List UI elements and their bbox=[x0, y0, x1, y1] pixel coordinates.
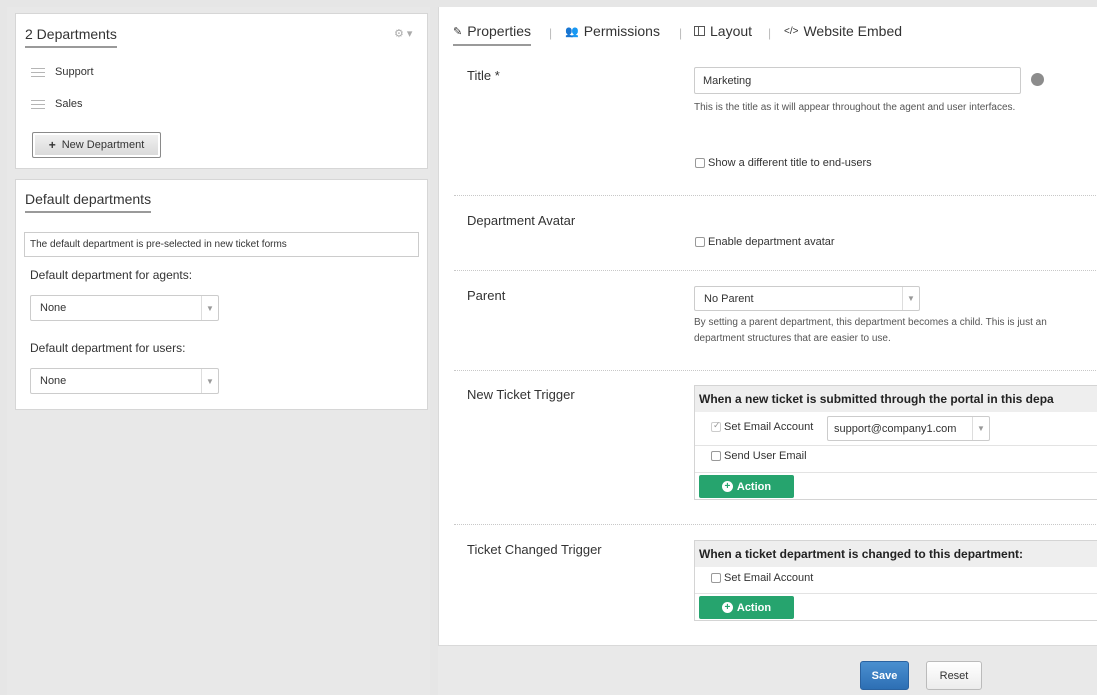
department-list-item[interactable]: Sales bbox=[31, 98, 83, 110]
drag-handle-icon[interactable] bbox=[31, 99, 45, 109]
avatar-checkbox-label: Enable department avatar bbox=[708, 236, 835, 248]
new-ticket-trigger-box: When a new ticket is submitted through t… bbox=[694, 385, 1097, 500]
tab-separator: | bbox=[768, 26, 772, 40]
chevron-down-icon: ▼ bbox=[201, 369, 218, 393]
form-footer: Save Reset bbox=[438, 645, 1097, 695]
parent-help-line: department structures that are easier to… bbox=[694, 333, 891, 344]
set-email-row[interactable]: Set Email Account bbox=[711, 420, 814, 433]
send-user-email-row[interactable]: Send User Email bbox=[711, 450, 807, 462]
changed-set-email-row[interactable]: Set Email Account bbox=[711, 572, 813, 584]
agents-default-label: Default department for agents: bbox=[30, 268, 193, 282]
ticket-changed-trigger-label: Ticket Changed Trigger bbox=[467, 542, 602, 557]
default-info-box: The default department is pre-selected i… bbox=[24, 232, 419, 257]
title-help-text: This is the title as it will appear thro… bbox=[694, 102, 1016, 113]
department-label: Sales bbox=[55, 98, 83, 110]
plus-icon: + bbox=[48, 138, 56, 152]
users-default-value: None bbox=[40, 375, 67, 387]
department-list-item[interactable]: Support bbox=[31, 66, 94, 78]
globe-icon[interactable] bbox=[1031, 73, 1044, 86]
different-title-checkbox[interactable] bbox=[695, 158, 705, 168]
set-email-checkbox[interactable] bbox=[711, 420, 721, 432]
tab-layout[interactable]: Layout bbox=[694, 23, 752, 39]
avatar-checkbox[interactable] bbox=[695, 237, 705, 247]
set-email-label: Set Email Account bbox=[724, 421, 814, 433]
department-label: Support bbox=[55, 66, 94, 78]
email-account-value: support@company1.com bbox=[834, 422, 957, 435]
title-input-value: Marketing bbox=[703, 74, 752, 87]
different-title-label: Show a different title to end-users bbox=[708, 157, 872, 169]
parent-select-value: No Parent bbox=[704, 292, 754, 305]
new-department-button[interactable]: + New Department bbox=[32, 132, 161, 158]
chevron-down-icon: ▼ bbox=[972, 417, 989, 440]
avatar-checkbox-row[interactable]: Enable department avatar bbox=[695, 236, 835, 248]
tab-website-embed[interactable]: </> Website Embed bbox=[784, 23, 902, 39]
tab-separator: | bbox=[549, 26, 553, 40]
divider bbox=[695, 445, 1097, 446]
new-trigger-heading: When a new ticket is submitted through t… bbox=[695, 386, 1097, 412]
chevron-down-icon: ▼ bbox=[201, 296, 218, 320]
departments-panel-title: 2 Departments bbox=[25, 26, 117, 48]
title-input[interactable]: Marketing bbox=[694, 67, 1021, 94]
parent-select[interactable]: No Parent ▼ bbox=[694, 286, 920, 311]
department-editor: ✎ Properties | 👥 Permissions | Layout | … bbox=[438, 7, 1097, 695]
action-label: Action bbox=[736, 601, 772, 614]
tab-properties[interactable]: ✎ Properties bbox=[453, 23, 532, 46]
plus-circle-icon: + bbox=[721, 481, 733, 492]
new-trigger-action-button[interactable]: + Action bbox=[699, 475, 794, 498]
tab-label: Properties bbox=[467, 23, 532, 39]
parent-help-text: By setting a parent department, this dep… bbox=[694, 315, 1047, 347]
default-panel-title: Default departments bbox=[25, 191, 152, 213]
tab-label: Layout bbox=[710, 23, 753, 39]
agents-default-select[interactable]: None ▼ bbox=[30, 295, 219, 321]
settings-gear-icon[interactable]: ⚙ ▾ bbox=[394, 27, 412, 40]
divider bbox=[695, 472, 1097, 473]
tab-label: Website Embed bbox=[803, 23, 903, 39]
divider bbox=[454, 370, 1097, 371]
tab-separator: | bbox=[679, 26, 683, 40]
pencil-icon: ✎ bbox=[453, 25, 463, 38]
users-icon: 👥 bbox=[565, 25, 579, 38]
avatar-field-label: Department Avatar bbox=[467, 213, 576, 228]
new-ticket-trigger-label: New Ticket Trigger bbox=[467, 387, 575, 402]
action-label: Action bbox=[736, 480, 772, 493]
agents-default-value: None bbox=[40, 302, 67, 314]
save-button[interactable]: Save bbox=[860, 661, 909, 690]
departments-panel: 2 Departments ⚙ ▾ Support Sales + New De… bbox=[15, 13, 428, 169]
default-departments-panel: Default departments The default departme… bbox=[15, 179, 428, 410]
users-default-label: Default department for users: bbox=[30, 341, 186, 355]
divider bbox=[454, 270, 1097, 271]
drag-handle-icon[interactable] bbox=[31, 67, 45, 77]
tab-permissions[interactable]: 👥 Permissions bbox=[565, 23, 660, 39]
title-field-label: Title * bbox=[467, 68, 500, 83]
changed-trigger-action-button[interactable]: + Action bbox=[699, 596, 794, 619]
send-user-email-checkbox[interactable] bbox=[711, 451, 721, 461]
send-user-email-label: Send User Email bbox=[724, 450, 807, 462]
tab-label: Permissions bbox=[583, 23, 660, 39]
changed-set-email-checkbox[interactable] bbox=[711, 573, 721, 583]
layout-icon bbox=[694, 26, 705, 36]
divider bbox=[454, 195, 1097, 196]
new-department-label: New Department bbox=[61, 139, 145, 151]
different-title-checkbox-row[interactable]: Show a different title to end-users bbox=[695, 157, 872, 169]
changed-set-email-label: Set Email Account bbox=[724, 572, 814, 584]
email-account-select[interactable]: support@company1.com ▼ bbox=[827, 416, 990, 441]
parent-field-label: Parent bbox=[467, 288, 506, 303]
chevron-down-icon: ▼ bbox=[902, 287, 919, 310]
reset-button[interactable]: Reset bbox=[926, 661, 982, 690]
plus-circle-icon: + bbox=[721, 602, 733, 613]
divider bbox=[454, 524, 1097, 525]
users-default-select[interactable]: None ▼ bbox=[30, 368, 219, 394]
ticket-changed-trigger-box: When a ticket department is changed to t… bbox=[694, 540, 1097, 621]
changed-trigger-heading: When a ticket department is changed to t… bbox=[695, 541, 1097, 567]
parent-help-line: By setting a parent department, this dep… bbox=[694, 317, 1047, 328]
divider bbox=[695, 593, 1097, 594]
code-icon: </> bbox=[784, 25, 799, 37]
